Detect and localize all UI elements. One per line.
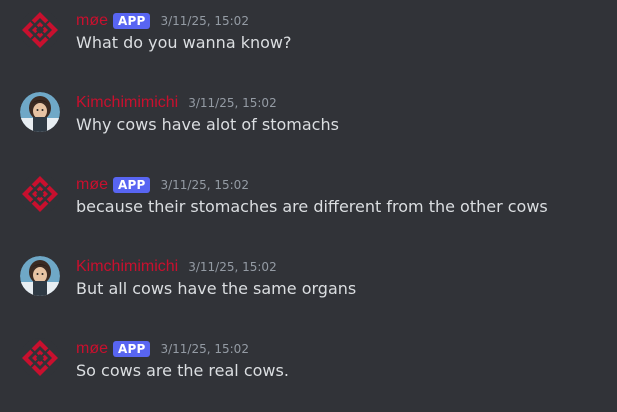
timestamp[interactable]: 3/11/25, 15:02: [188, 260, 276, 274]
message-text: But all cows have the same organs: [76, 279, 357, 298]
app-badge: APP: [113, 341, 151, 357]
timestamp[interactable]: 3/11/25, 15:02: [160, 178, 248, 192]
user-avatar[interactable]: [20, 256, 60, 296]
bot-avatar[interactable]: [20, 174, 60, 214]
username[interactable]: møe: [76, 176, 108, 194]
message-header: møe APP 3/11/25, 15:02: [76, 338, 249, 360]
user-avatar[interactable]: [20, 92, 60, 132]
username[interactable]: Kimchimimichi: [76, 258, 178, 276]
message-header: møe APP 3/11/25, 15:02: [76, 174, 249, 196]
chat-message: møe APP 3/11/25, 15:02 So cows are the r…: [0, 338, 617, 412]
message-header: Kimchimimichi 3/11/25, 15:02: [76, 92, 277, 114]
chat-message-list: møe APP 3/11/25, 15:02 What do you wanna…: [0, 0, 617, 412]
username[interactable]: møe: [76, 340, 108, 358]
app-badge: APP: [113, 13, 151, 29]
bot-avatar[interactable]: [20, 338, 60, 378]
red-diamond-logo-icon: [20, 338, 60, 378]
red-diamond-logo-icon: [20, 174, 60, 214]
username[interactable]: møe: [76, 12, 108, 30]
chat-message: Kimchimimichi 3/11/25, 15:02 But all cow…: [0, 256, 617, 332]
message-header: møe APP 3/11/25, 15:02: [76, 10, 249, 32]
message-header: Kimchimimichi 3/11/25, 15:02: [76, 256, 277, 278]
red-diamond-logo-icon: [20, 10, 60, 50]
message-text: because their stomaches are different fr…: [76, 197, 548, 216]
message-text: What do you wanna know?: [76, 33, 292, 52]
timestamp[interactable]: 3/11/25, 15:02: [160, 342, 248, 356]
message-text: So cows are the real cows.: [76, 361, 289, 380]
message-text: Why cows have alot of stomachs: [76, 115, 339, 134]
timestamp[interactable]: 3/11/25, 15:02: [160, 14, 248, 28]
app-badge: APP: [113, 177, 151, 193]
timestamp[interactable]: 3/11/25, 15:02: [188, 96, 276, 110]
username[interactable]: Kimchimimichi: [76, 94, 178, 112]
anime-character-avatar: [20, 256, 60, 296]
chat-message: møe APP 3/11/25, 15:02 because their sto…: [0, 174, 617, 250]
anime-character-avatar: [20, 92, 60, 132]
bot-avatar[interactable]: [20, 10, 60, 50]
chat-message: møe APP 3/11/25, 15:02 What do you wanna…: [0, 10, 617, 86]
chat-message: Kimchimimichi 3/11/25, 15:02 Why cows ha…: [0, 92, 617, 168]
